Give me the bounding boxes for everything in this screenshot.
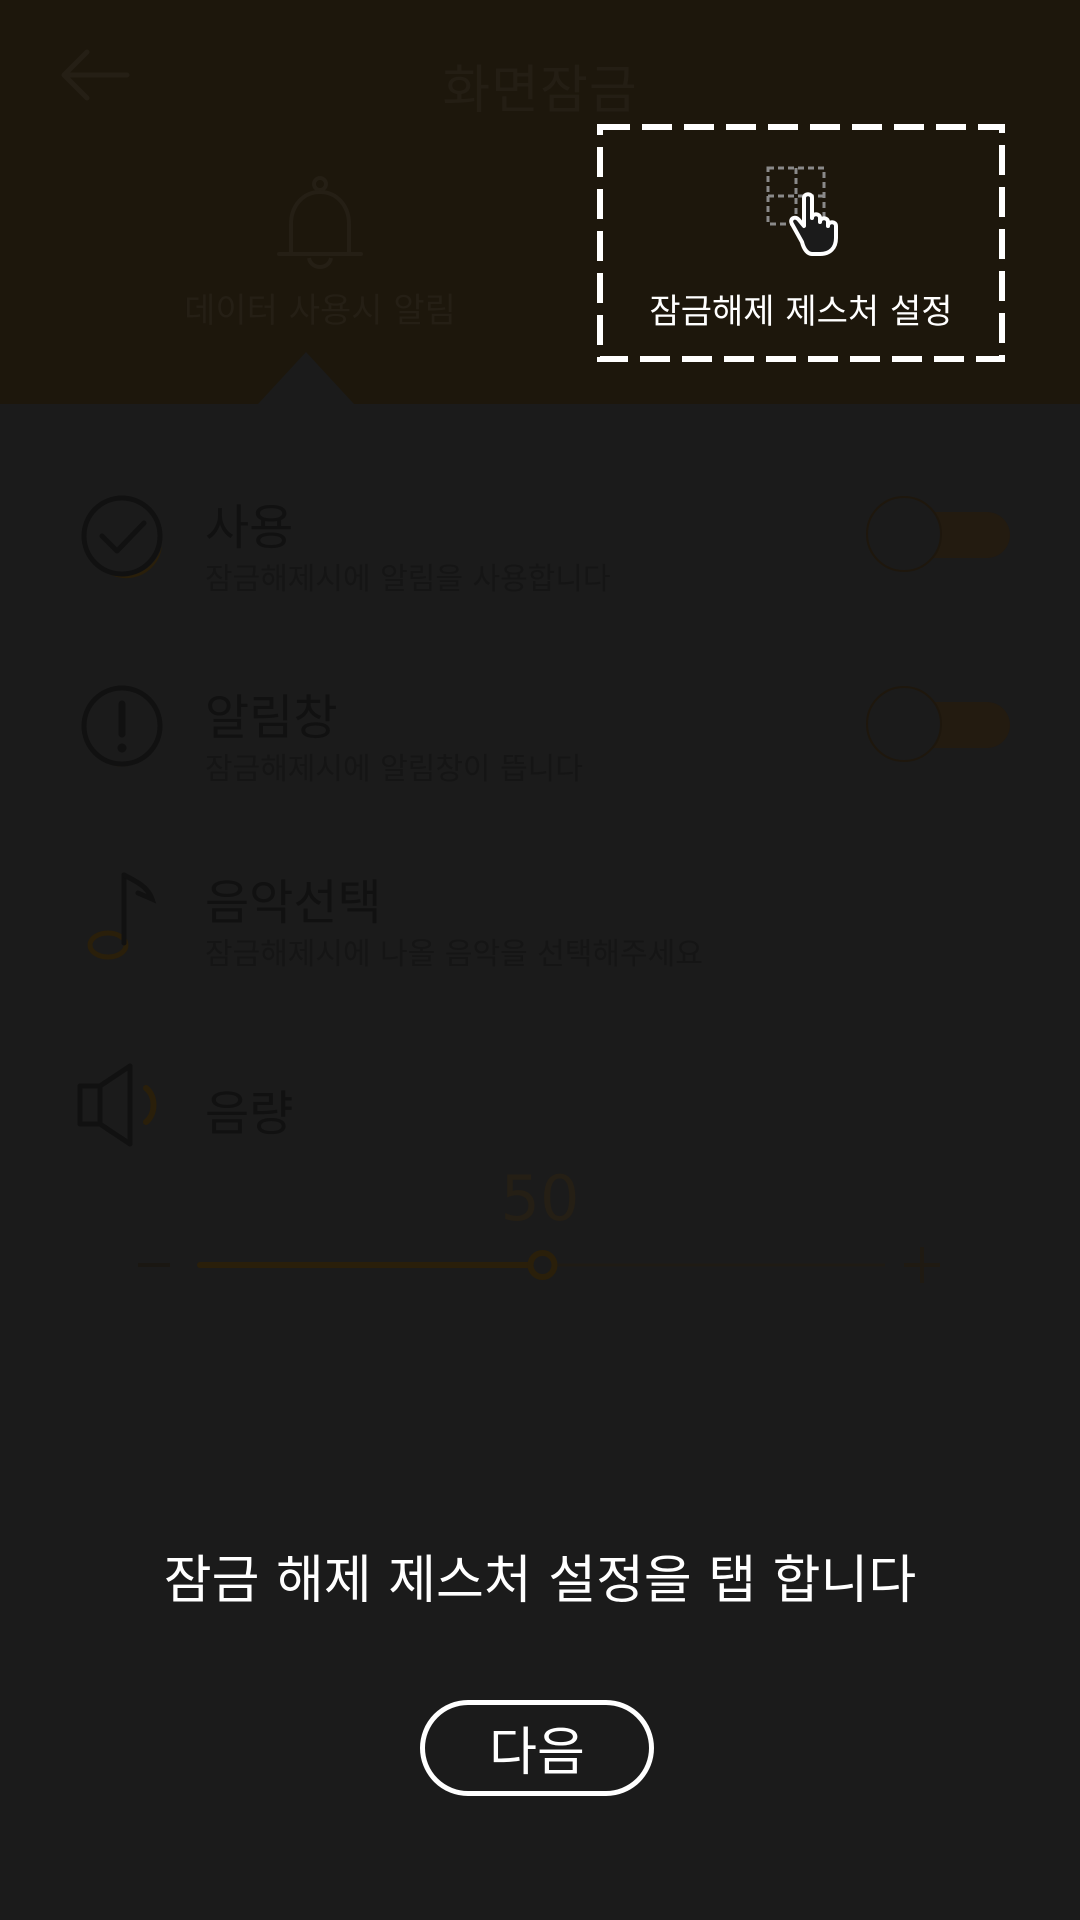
page-title: 화면잠금 [442,61,638,121]
plus-icon[interactable] [904,1247,940,1283]
notification-window-toggle[interactable] [866,684,1012,764]
setting-title-notification-window: 알림창 [205,690,338,746]
volume-slider[interactable] [130,1235,950,1295]
setting-title-music-select: 음악선택 [205,875,382,931]
use-toggle[interactable] [866,494,1012,574]
coach-instruction: 잠금 해제 제스처 설정을 탭 합니다 [163,1551,917,1611]
music-note-icon [87,872,157,960]
next-button[interactable]: 다음 [420,1700,654,1796]
volume-value: 50 [500,1162,580,1235]
toggle-knob [866,496,942,572]
setting-desc-music-select: 잠금해제시에 나올 음악을 선택해주세요 [205,937,703,972]
volume-slider-knob[interactable] [527,1250,558,1280]
gesture-tap-icon [766,166,838,256]
bell-icon [277,176,363,269]
check-circle-icon [81,495,163,579]
speaker-icon [77,1063,157,1147]
alert-circle-icon [81,685,163,767]
volume-slider-graphic [138,1247,940,1283]
tab-data-usage-label: 데이터 사용시 알림 [184,291,456,331]
setting-desc-notification-window: 잠금해제시에 알림창이 뜹니다 [205,752,583,787]
tab-indicator [258,352,354,404]
setting-title-volume: 음량 [205,1086,294,1142]
setting-title-use: 사용 [205,500,294,556]
tab-unlock-gesture-label: 잠금해제 제스처 설정 [649,292,953,332]
toggle-knob [866,686,942,762]
tab-unlock-gesture[interactable]: 잠금해제 제스처 설정 [597,124,1005,362]
setting-desc-use: 잠금해제시에 알림을 사용합니다 [205,562,611,597]
tab-data-usage-alert[interactable]: 데이터 사용시 알림 [170,160,470,340]
